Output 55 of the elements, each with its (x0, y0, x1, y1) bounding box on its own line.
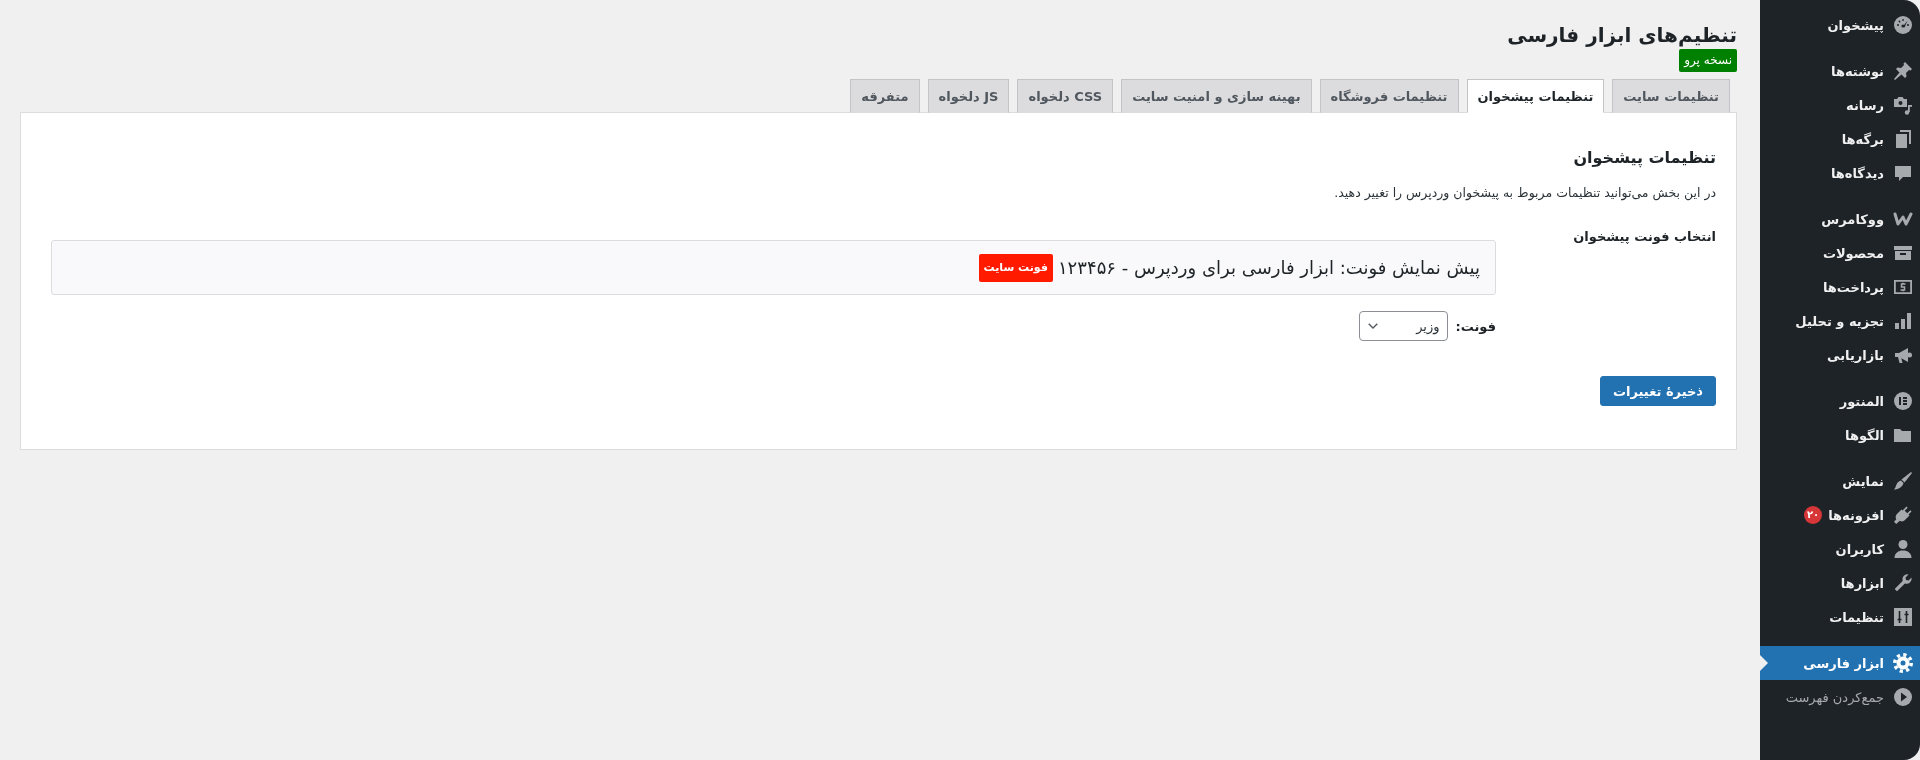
menu-item[interactable]: ووکامرس (1760, 202, 1920, 236)
chevron-down-icon (1368, 323, 1379, 329)
pro-version-badge: نسخه پرو (1679, 49, 1737, 72)
font-select[interactable]: وزیر (1359, 311, 1449, 341)
section-description: در این بخش می‌توانید تنظیمات مربوط به پیشخوان وردپرس را تغییر دهید. (1333, 184, 1716, 203)
tab[interactable]: CSS دلخواه (1017, 79, 1114, 113)
menu-item[interactable]: پیشخوان (1760, 8, 1920, 42)
pin-icon (1893, 61, 1913, 81)
menu-item[interactable]: تجزیه و تحلیل (1760, 304, 1920, 338)
bar-chart-icon (1893, 311, 1913, 331)
menu-item[interactable]: الگوها (1760, 418, 1920, 452)
collapse-menu-button[interactable]: جمع‌کردن فهرست (1760, 680, 1920, 714)
user-icon (1893, 539, 1913, 559)
tab[interactable]: متفرقه (850, 79, 920, 113)
dollar-box-icon (1893, 277, 1913, 297)
field-label: انتخاب فونت پیشخوان (1572, 228, 1716, 246)
menu-item[interactable]: کاربران (1760, 532, 1920, 566)
megaphone-icon (1893, 345, 1913, 365)
menu-item[interactable]: ابزارها (1760, 566, 1920, 600)
tab[interactable]: بهینه سازی و امنیت سایت (1121, 79, 1312, 113)
save-button[interactable]: ذخیرهٔ تغییرات (1599, 376, 1716, 406)
circle-bars-icon (1893, 391, 1913, 411)
site-font-badge: فونت سایت (978, 253, 1053, 282)
page-title: تنظیم‌های ابزار فارسی (1506, 22, 1737, 49)
plug-icon (1893, 505, 1913, 525)
menu-item[interactable]: تنظیمات (1760, 600, 1920, 634)
count-badge: ۲۰ (1804, 506, 1823, 524)
tab[interactable]: JS دلخواه (927, 79, 1010, 113)
menu-item[interactable]: برگه‌ها (1760, 122, 1920, 156)
menu-item[interactable]: بازاریابی (1760, 338, 1920, 372)
menu-item[interactable]: رسانه (1760, 88, 1920, 122)
gauge-icon (1893, 15, 1913, 35)
wrench-icon (1893, 573, 1913, 593)
menu-item[interactable]: ابزار فارسی (1760, 646, 1920, 680)
tab[interactable]: تنظیمات پیشخوان (1466, 79, 1605, 113)
documents-icon (1893, 129, 1913, 149)
camera-note-icon (1893, 95, 1913, 115)
sliders-icon (1893, 607, 1913, 627)
menu-item[interactable]: دیدگاه‌ها (1760, 156, 1920, 190)
tab[interactable]: تنظیمات سایت (1612, 79, 1730, 113)
gear-icon (1893, 653, 1913, 673)
play-circle-icon (1893, 687, 1913, 707)
menu-item[interactable]: المنتور (1760, 384, 1920, 418)
menu-item[interactable]: نمایش (1760, 464, 1920, 498)
paintbrush-icon (1893, 471, 1913, 491)
speech-bubble-icon (1893, 163, 1913, 183)
menu-item[interactable]: پرداخت‌ها (1760, 270, 1920, 304)
menu-item[interactable]: افزونه‌ها ۲۰ (1760, 498, 1920, 532)
preview-text: پیش نمایش فونت: ابزار فارسی برای وردپرس - ۱۲۳۴۵۶ (1057, 256, 1480, 281)
font-label: فونت: (1455, 318, 1496, 334)
tab[interactable]: تنظیمات فروشگاه (1319, 79, 1459, 113)
section-heading: تنظیمات پیشخوان (1572, 147, 1716, 170)
menu-item[interactable]: محصولات (1760, 236, 1920, 270)
archive-box-icon (1893, 243, 1913, 263)
menu-item[interactable]: نوشته‌ها (1760, 54, 1920, 88)
